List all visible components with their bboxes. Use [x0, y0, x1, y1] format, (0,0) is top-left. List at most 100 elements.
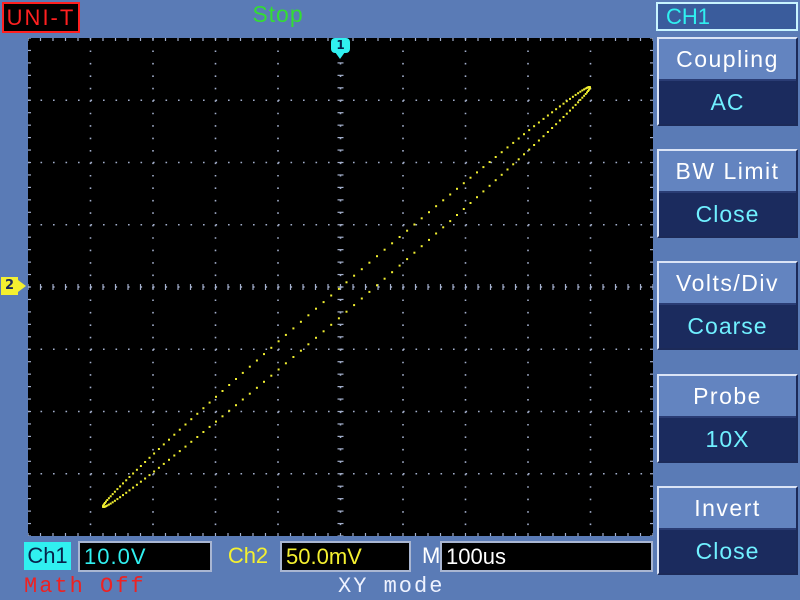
xy-trace-point: [494, 156, 497, 158]
xy-trace-point: [178, 450, 181, 453]
xy-trace-point: [428, 238, 430, 241]
xy-trace-point: [307, 314, 310, 317]
xy-trace-point: [228, 384, 231, 386]
xy-trace-point: [456, 214, 458, 216]
xy-trace-point: [565, 100, 568, 103]
xy-trace-point: [420, 245, 423, 248]
xy-trace-point: [221, 390, 224, 392]
xy-trace-point: [413, 223, 416, 226]
xy-trace-point: [307, 343, 310, 346]
xy-trace-point: [353, 304, 356, 307]
xy-trace-point: [221, 415, 224, 418]
timebase-label: M: [422, 543, 441, 568]
run-state-indicator: Stop: [252, 1, 304, 27]
xy-trace-point: [517, 137, 520, 140]
xy-trace-point: [125, 491, 128, 494]
xy-trace-point: [132, 486, 135, 489]
menu-item-value[interactable]: Coarse: [659, 305, 796, 348]
xy-trace-point: [360, 297, 363, 300]
xy-trace-point: [488, 184, 491, 187]
xy-trace-point: [228, 409, 231, 412]
xy-trace-point: [442, 226, 445, 229]
xy-trace-point: [119, 485, 122, 488]
xy-trace-point: [581, 96, 584, 99]
xy-trace-point: [277, 368, 280, 371]
xy-trace-point: [584, 93, 587, 95]
xy-trace-point: [139, 465, 142, 467]
xy-trace-point: [482, 166, 485, 169]
xy-trace-point: [330, 323, 333, 326]
menu-item-bw-limit[interactable]: BW Limit Close: [657, 149, 798, 238]
menu-item-label: Volts/Div: [659, 263, 796, 305]
xy-trace-point: [533, 125, 536, 128]
xy-trace-point: [569, 97, 571, 100]
menu-item-coupling[interactable]: Coupling AC: [657, 37, 798, 126]
menu-item-volts-div[interactable]: Volts/Div Coarse: [657, 261, 798, 350]
xy-trace-point: [476, 196, 478, 199]
xy-trace-point: [135, 483, 138, 486]
xy-trace-point: [555, 108, 558, 111]
xy-trace-point: [368, 290, 371, 293]
xy-trace-point: [111, 501, 114, 504]
xy-trace-point: [462, 182, 465, 185]
menu-item-value[interactable]: Close: [659, 193, 796, 236]
xy-trace-point: [168, 438, 170, 441]
xy-trace-point: [202, 407, 205, 410]
xy-trace-point: [383, 277, 386, 280]
xy-trace-point: [449, 220, 452, 223]
xy-trace-point: [528, 129, 531, 132]
xy-trace-point: [292, 327, 295, 330]
ch2-position-marker-icon[interactable]: 2: [1, 277, 26, 295]
menu-title: CH1: [656, 2, 798, 31]
xy-trace-point: [299, 349, 302, 352]
menu-item-value[interactable]: Close: [659, 530, 796, 573]
xy-trace-point: [235, 378, 237, 380]
xy-trace-point: [574, 93, 577, 96]
waveform-display: [28, 38, 653, 536]
xy-trace-point: [107, 497, 110, 500]
menu-item-invert[interactable]: Invert Close: [657, 486, 798, 575]
ch2-volts-div-readout: 50.0mV: [280, 541, 411, 572]
xy-trace-point: [574, 103, 577, 106]
xy-trace-point: [196, 436, 199, 438]
xy-trace-point: [456, 187, 458, 190]
xy-trace-point: [113, 490, 116, 493]
menu-item-value[interactable]: AC: [659, 81, 796, 124]
xy-trace-point: [512, 163, 515, 166]
xy-trace-point: [190, 418, 193, 421]
xy-trace-point: [546, 114, 549, 117]
xy-trace-point: [569, 109, 571, 112]
xy-trace-point: [157, 448, 160, 450]
xy-trace-point: [565, 112, 568, 115]
xy-trace-point: [277, 340, 280, 343]
xy-trace-point: [506, 146, 509, 149]
xy-trace-point: [173, 433, 176, 436]
xy-trace-point: [435, 205, 438, 208]
xy-trace-point: [162, 462, 165, 465]
xy-trace-point: [345, 281, 348, 284]
xy-trace-point: [111, 493, 114, 496]
xy-trace-point: [583, 94, 586, 97]
menu-item-probe[interactable]: Probe 10X: [657, 374, 798, 463]
xy-trace-point: [577, 101, 580, 104]
xy-trace-point: [577, 92, 580, 95]
xy-trace-point: [579, 98, 582, 101]
xy-trace-point: [469, 202, 472, 204]
xy-trace-point: [571, 95, 574, 98]
xy-trace-point: [391, 242, 394, 245]
xy-trace-point: [322, 330, 325, 333]
xy-trace-point: [488, 161, 491, 163]
xy-trace-point: [546, 131, 549, 133]
menu-item-value[interactable]: 10X: [659, 418, 796, 461]
ch1-volts-div-readout: 10.0V: [78, 541, 212, 572]
xy-trace-point: [512, 141, 515, 144]
xy-trace-point: [106, 499, 109, 501]
xy-trace-point: [337, 287, 340, 290]
xy-trace-point: [376, 255, 378, 258]
ch1-position-marker-icon[interactable]: 1: [331, 38, 350, 59]
xy-trace-point: [139, 480, 142, 483]
xy-trace-point: [109, 495, 112, 498]
xy-trace-point: [398, 264, 401, 267]
brand-logo: UNI-T: [2, 2, 80, 33]
display-mode-status: XY mode: [338, 574, 445, 599]
